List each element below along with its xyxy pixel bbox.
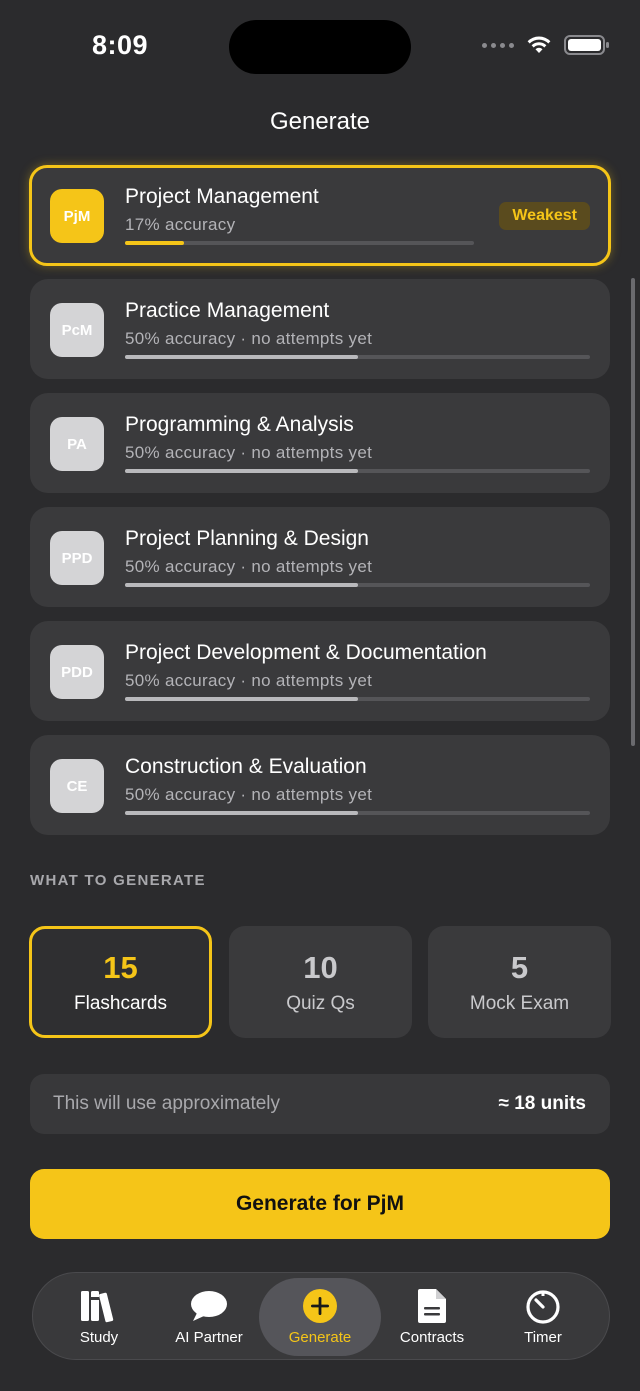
division-badge: PjM	[50, 189, 104, 243]
accuracy-progress-bar	[125, 811, 590, 815]
accuracy-progress-bar	[125, 355, 590, 359]
weakest-badge: Weakest	[499, 202, 590, 230]
tab-generate[interactable]: Generate	[259, 1273, 381, 1361]
accuracy-progress-fill	[125, 583, 358, 587]
tab-label: AI Partner	[175, 1329, 243, 1346]
status-time: 8:09	[92, 30, 149, 60]
tab-ai-partner[interactable]: AI Partner	[153, 1273, 265, 1361]
usage-estimate: This will use approximately ≈ 18 units	[30, 1074, 610, 1134]
division-name: Project Planning & Design	[125, 527, 369, 550]
page-title: Generate	[269, 108, 371, 135]
accuracy-progress-bar	[125, 583, 590, 587]
tab-bar: Study AI Partner Generate Contracts Time…	[32, 1272, 610, 1360]
division-name: Project Development & Documentation	[125, 641, 487, 664]
option-label: Flashcards	[74, 993, 167, 1014]
option-flashcards[interactable]: 15 Flashcards	[29, 926, 212, 1038]
tab-label: Timer	[524, 1329, 562, 1346]
generate-button[interactable]: Generate for PjM	[30, 1169, 610, 1239]
option-label: Quiz Qs	[286, 993, 355, 1014]
division-accuracy: 50% accuracy · no attempts yet	[125, 671, 373, 690]
division-accuracy: 50% accuracy · no attempts yet	[125, 443, 373, 462]
chat-bubble-icon	[153, 1287, 265, 1325]
timer-icon	[487, 1287, 599, 1325]
wifi-icon	[527, 36, 551, 53]
division-badge: PA	[50, 417, 104, 471]
plus-circle-icon	[259, 1287, 381, 1325]
division-name: Construction & Evaluation	[125, 755, 367, 778]
division-card[interactable]: PjM Project Management 17% accuracy Weakest	[29, 165, 611, 266]
accuracy-progress-bar	[125, 697, 590, 701]
scrollbar[interactable]	[631, 278, 635, 746]
option-count: 15	[103, 950, 138, 985]
division-accuracy: 50% accuracy · no attempts yet	[125, 329, 373, 348]
division-card[interactable]: PA Programming & Analysis 50% accuracy · n…	[30, 393, 610, 493]
accuracy-progress-bar	[125, 241, 474, 245]
division-badge: PDD	[50, 645, 104, 699]
accuracy-progress-fill	[125, 811, 358, 815]
usage-value: ≈ 18 units	[498, 1093, 586, 1114]
books-icon	[43, 1287, 155, 1325]
division-card[interactable]: PPD Project Planning & Design 50% accuracy…	[30, 507, 610, 607]
document-icon	[376, 1287, 488, 1325]
section-label-what-to-generate: WHAT TO GENERATE	[30, 872, 206, 889]
division-badge: PPD	[50, 531, 104, 585]
option-count: 5	[510, 950, 529, 985]
division-name: Programming & Analysis	[125, 413, 354, 436]
tab-timer[interactable]: Timer	[487, 1273, 599, 1361]
usage-label: This will use approximately	[53, 1093, 281, 1114]
division-badge: PcM	[50, 303, 104, 357]
division-name: Practice Management	[125, 299, 330, 322]
tab-label: Study	[79, 1329, 119, 1346]
option-count: 10	[303, 950, 338, 985]
division-card[interactable]: PDD Project Development & Documentation 50…	[30, 621, 610, 721]
division-badge: CE	[50, 759, 104, 813]
division-accuracy: 50% accuracy · no attempts yet	[125, 557, 373, 576]
division-accuracy: 50% accuracy · no attempts yet	[125, 785, 373, 804]
dynamic-island	[229, 20, 411, 74]
accuracy-progress-fill	[125, 355, 358, 359]
tab-label: Contracts	[399, 1329, 465, 1346]
tab-contracts[interactable]: Contracts	[376, 1273, 488, 1361]
status-bar: 8:09	[0, 0, 640, 96]
tab-study[interactable]: Study	[43, 1273, 155, 1361]
division-accuracy: 17% accuracy	[125, 215, 236, 234]
division-name: Project Management	[125, 185, 319, 208]
battery-icon	[564, 35, 609, 55]
accuracy-progress-bar	[125, 469, 590, 473]
signal-icon	[482, 42, 514, 48]
option-label: Mock Exam	[469, 993, 570, 1014]
tab-label: Generate	[288, 1329, 352, 1346]
accuracy-progress-fill	[125, 697, 358, 701]
option-mock-exam[interactable]: 5 Mock Exam	[428, 926, 611, 1038]
division-card[interactable]: CE Construction & Evaluation 50% accuracy …	[30, 735, 610, 835]
division-card[interactable]: PcM Practice Management 50% accuracy · no …	[30, 279, 610, 379]
accuracy-progress-fill	[125, 469, 358, 473]
accuracy-progress-fill	[125, 241, 185, 245]
option-quiz-qs[interactable]: 10 Quiz Qs	[229, 926, 412, 1038]
